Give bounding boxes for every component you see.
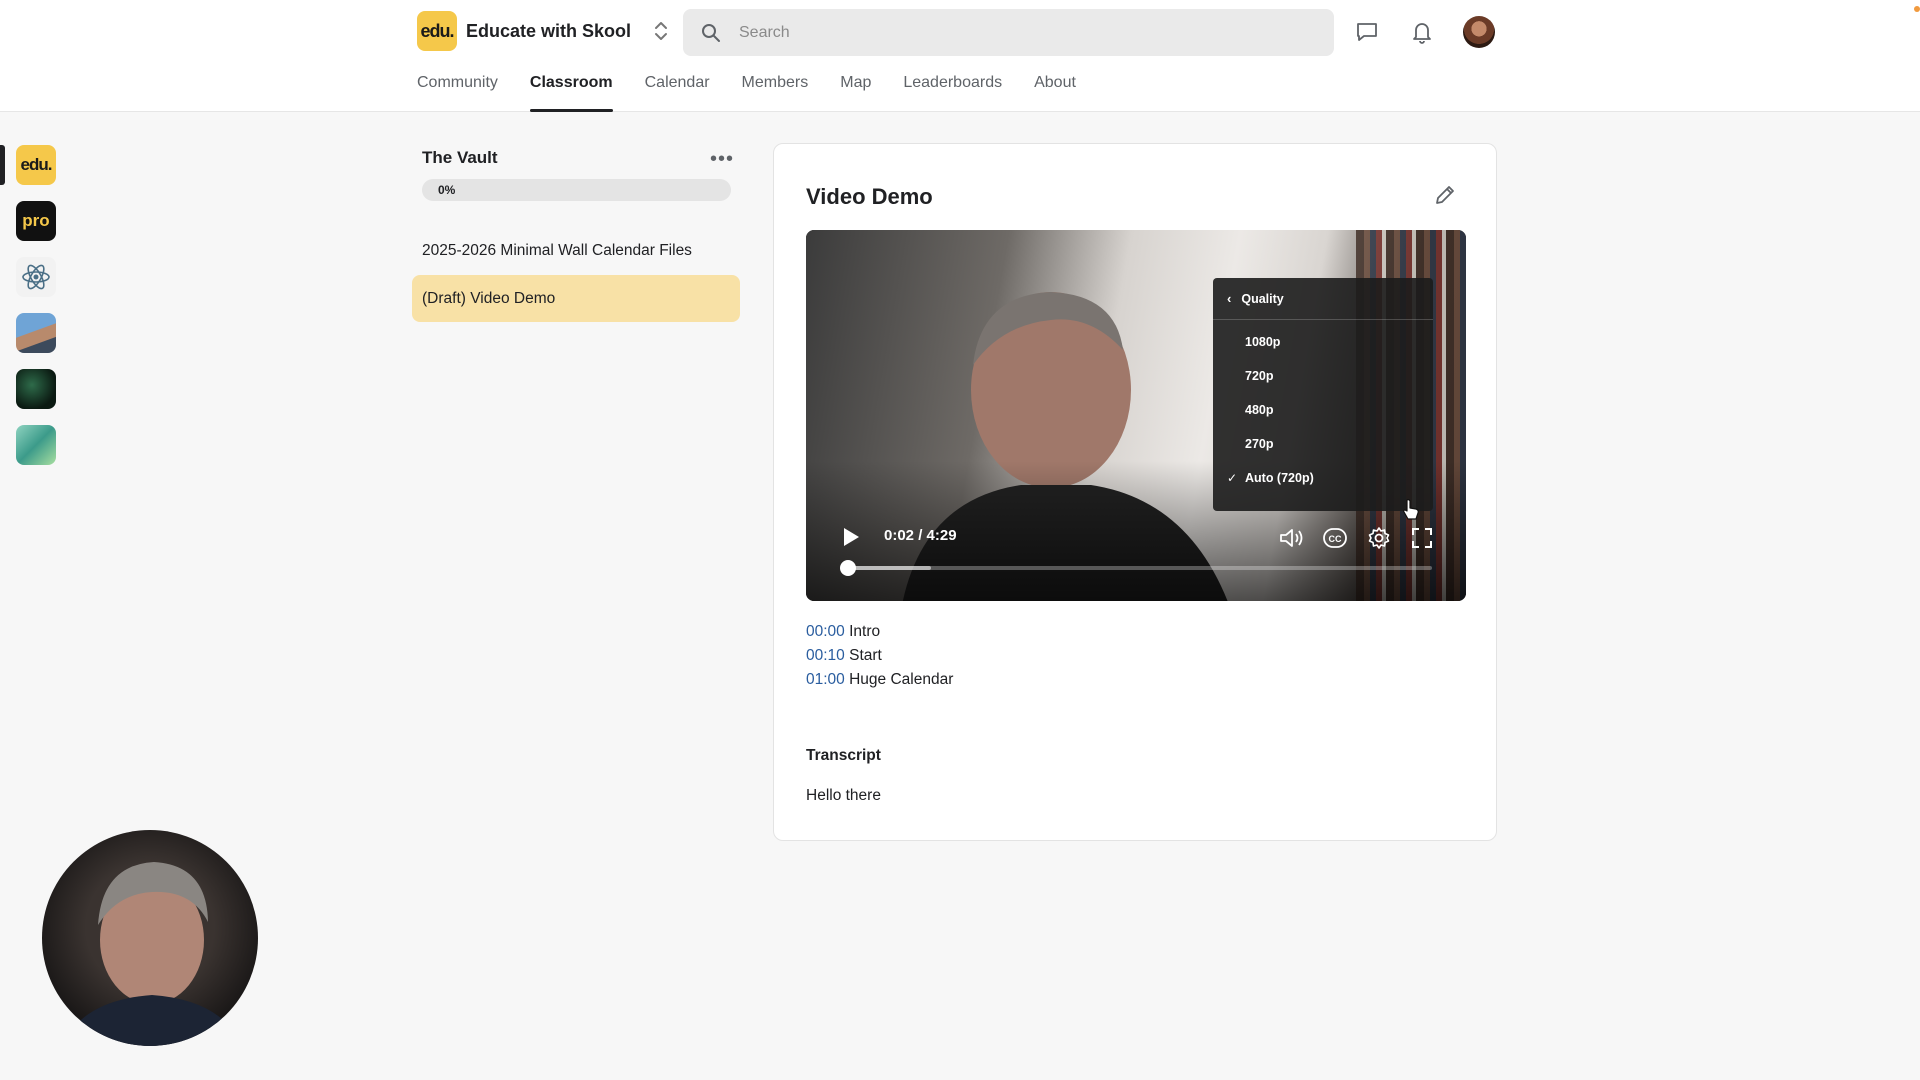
more-options-icon[interactable]: ••• <box>710 148 734 171</box>
tab-calendar[interactable]: Calendar <box>645 60 710 112</box>
top-header: edu. Educate with Skool Community Classr… <box>0 0 1920 112</box>
tab-leaderboards[interactable]: Leaderboards <box>903 60 1002 112</box>
tab-map[interactable]: Map <box>840 60 871 112</box>
webcam-presenter <box>62 862 242 1046</box>
check-icon: ✓ <box>1227 471 1238 485</box>
notification-dot <box>1914 6 1920 12</box>
tab-members[interactable]: Members <box>742 60 809 112</box>
chapter-timestamp-link[interactable]: 00:10 <box>806 647 845 664</box>
user-avatar[interactable] <box>1463 16 1495 48</box>
chapter-item: 01:00 Huge Calendar <box>806 668 953 692</box>
chapter-label: Intro <box>849 623 881 640</box>
quality-menu-title: Quality <box>1241 291 1284 306</box>
rail-active-indicator <box>0 145 5 185</box>
community-logo[interactable]: edu. <box>417 11 457 51</box>
chat-icon[interactable] <box>1353 18 1381 46</box>
video-time-display: 0:02 / 4:29 <box>884 527 957 544</box>
chevron-left-icon: ‹ <box>1227 291 1232 306</box>
chapter-item: 00:10 Start <box>806 644 953 668</box>
lesson-item[interactable]: 2025-2026 Minimal Wall Calendar Files <box>412 227 740 274</box>
chapter-list: 00:00 Intro 00:10 Start 01:00 Huge Calen… <box>806 620 953 692</box>
quality-option-1080p[interactable]: 1080p <box>1245 335 1280 349</box>
quality-option-auto[interactable]: Auto (720p) <box>1245 471 1314 485</box>
course-progress-label: 0% <box>438 183 456 197</box>
quality-menu-back[interactable]: ‹ Quality <box>1213 278 1433 320</box>
chapter-timestamp-link[interactable]: 00:00 <box>806 623 845 640</box>
fullscreen-icon[interactable] <box>1411 527 1433 549</box>
tab-about[interactable]: About <box>1034 60 1076 112</box>
video-player[interactable]: ‹ Quality 1080p 720p 480p 270p ✓ Auto (72… <box>806 230 1466 601</box>
community-name[interactable]: Educate with Skool <box>466 21 631 42</box>
community-switcher[interactable]: edu. Educate with Skool <box>417 11 669 51</box>
quality-option-270p[interactable]: 270p <box>1245 437 1274 451</box>
chevron-up-down-icon[interactable] <box>653 20 669 42</box>
rail-community-pro[interactable]: pro <box>16 201 56 241</box>
quality-menu: ‹ Quality 1080p 720p 480p 270p ✓ Auto (72… <box>1213 278 1433 511</box>
lesson-title: Video Demo <box>806 184 933 209</box>
transcript-text: Hello there <box>806 787 881 804</box>
quality-option-720p[interactable]: 720p <box>1245 369 1274 383</box>
play-icon[interactable] <box>842 527 860 547</box>
chapter-item: 00:00 Intro <box>806 620 953 644</box>
quality-option-480p[interactable]: 480p <box>1245 403 1274 417</box>
rail-community-atom[interactable] <box>16 257 56 297</box>
search-input[interactable] <box>739 23 1299 42</box>
main-nav: Community Classroom Calendar Members Map… <box>417 60 1108 112</box>
rail-community-person-avatar[interactable] <box>16 313 56 353</box>
volume-icon[interactable] <box>1278 526 1306 550</box>
webcam-overlay <box>42 830 258 1046</box>
chapter-label: Huge Calendar <box>849 671 954 688</box>
course-progress-bar: 0% <box>422 179 731 201</box>
course-title: The Vault <box>422 148 498 167</box>
svg-text:CC: CC <box>1329 534 1342 544</box>
chapter-label: Start <box>849 647 882 664</box>
transcript-heading: Transcript <box>806 747 881 764</box>
search-icon <box>702 23 720 42</box>
rail-community-edu[interactable]: edu. <box>16 145 56 185</box>
rail-community-inspire-growth[interactable] <box>16 369 56 409</box>
seek-handle[interactable] <box>840 560 857 576</box>
settings-gear-icon[interactable] <box>1367 526 1391 550</box>
pencil-icon[interactable] <box>1432 182 1458 208</box>
atom-icon <box>22 264 50 290</box>
tab-community[interactable]: Community <box>417 60 498 112</box>
lesson-item-active[interactable]: (Draft) Video Demo <box>412 275 740 322</box>
search-bar[interactable] <box>683 9 1334 56</box>
rail-community-grow[interactable] <box>16 425 56 465</box>
lesson-card: Video Demo ‹ Quality 1080p 720p 480p 270p… <box>773 143 1497 841</box>
seek-bar[interactable] <box>842 566 1432 570</box>
tab-classroom[interactable]: Classroom <box>529 60 613 112</box>
bell-icon[interactable] <box>1408 18 1436 46</box>
hand-cursor-icon <box>1403 499 1419 520</box>
closed-captions-icon[interactable]: CC <box>1322 527 1348 549</box>
chapter-timestamp-link[interactable]: 01:00 <box>806 671 845 688</box>
